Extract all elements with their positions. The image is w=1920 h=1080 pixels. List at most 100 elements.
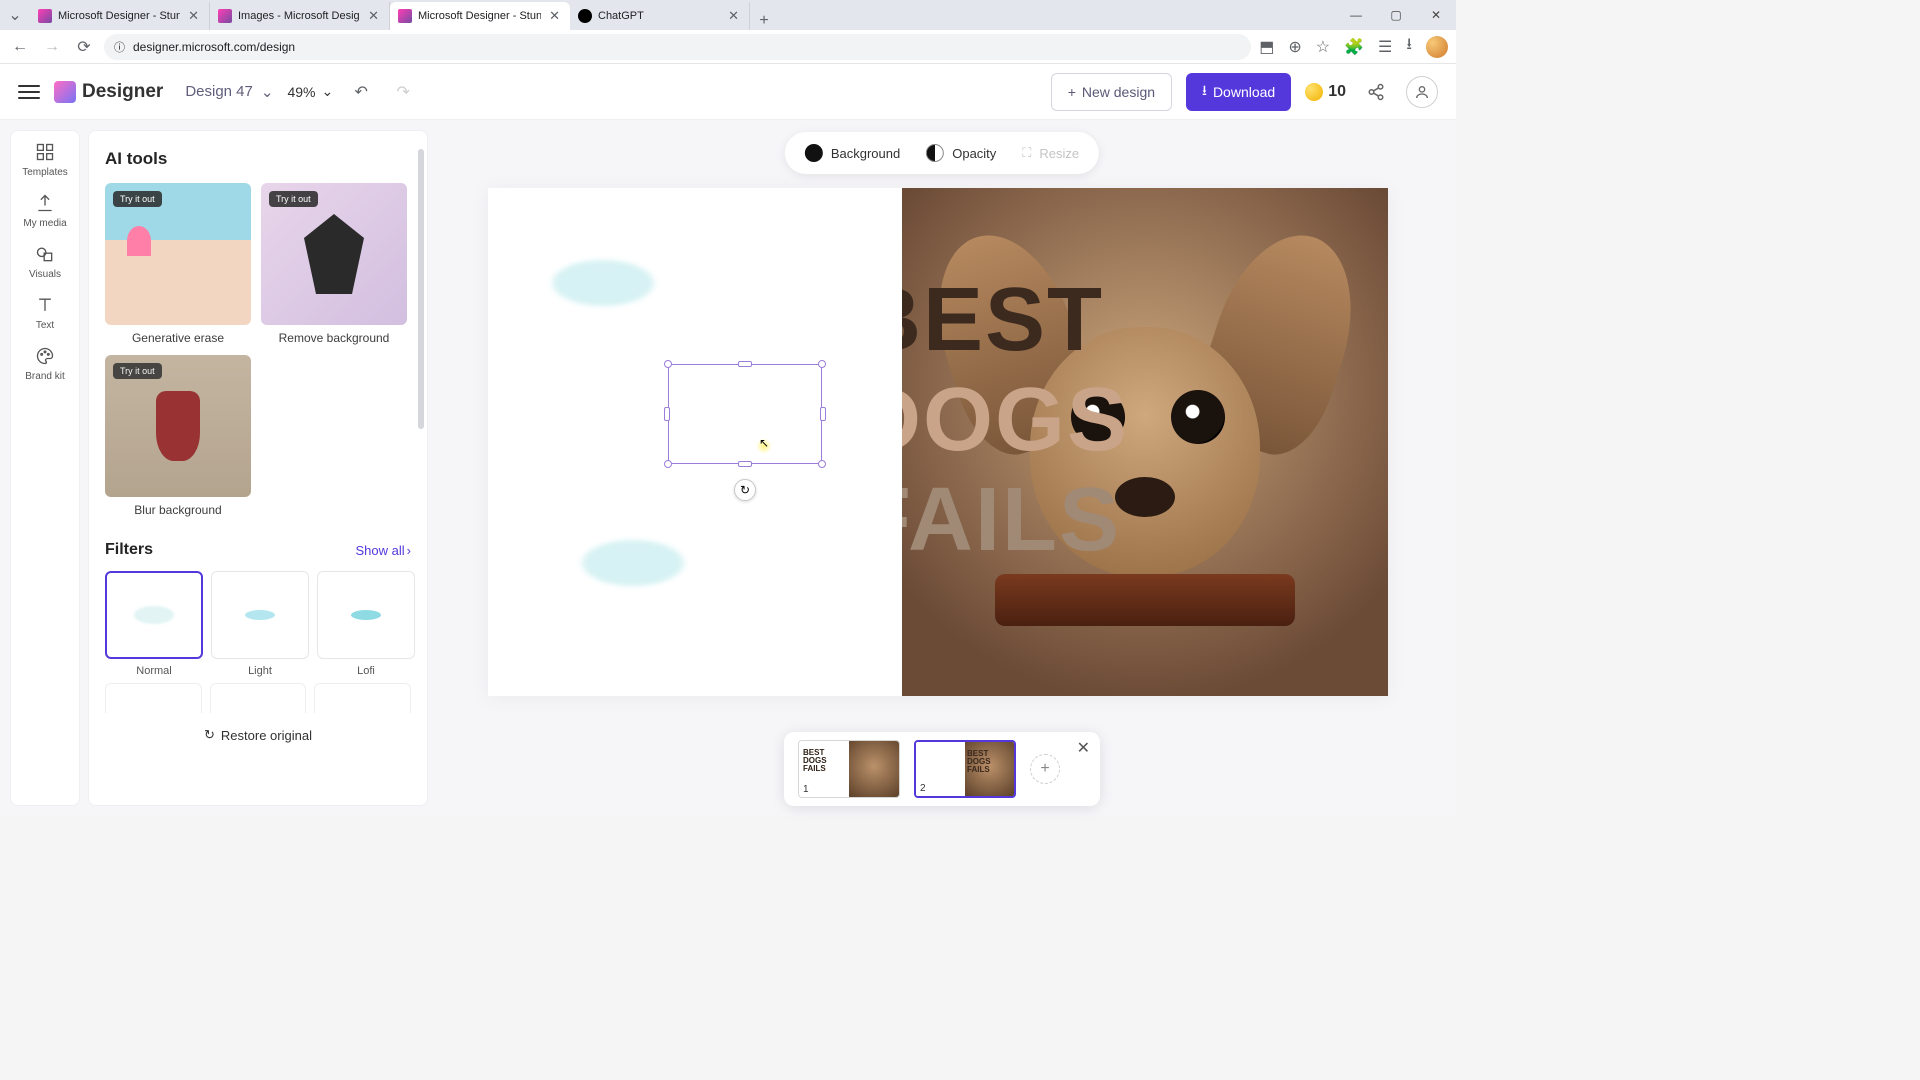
resize-handle-mr[interactable]	[820, 407, 826, 421]
new-design-button[interactable]: + New design	[1051, 73, 1172, 111]
text-dogs[interactable]: DOGS	[902, 378, 1129, 464]
filter-normal[interactable]: Normal	[105, 571, 203, 677]
page-number: 1	[803, 784, 809, 795]
download-label: Download	[1213, 84, 1275, 100]
filters-row-2	[105, 683, 411, 713]
url-input[interactable]: ⓘ designer.microsoft.com/design	[104, 34, 1251, 60]
add-page-button[interactable]: +	[1030, 754, 1060, 784]
reload-button[interactable]: ⟳	[72, 35, 96, 59]
cloud-shape[interactable]	[548, 258, 658, 308]
opacity-label: Opacity	[952, 146, 996, 161]
account-button[interactable]	[1406, 76, 1438, 108]
download-icon: ⭳	[1202, 80, 1207, 104]
close-tray-button[interactable]: ✕	[1077, 738, 1090, 758]
filter-stub[interactable]	[210, 683, 307, 713]
resize-handle-tl[interactable]	[664, 360, 672, 368]
resize-handle-tr[interactable]	[818, 360, 826, 368]
dog-image[interactable]: BEST DOGS FAILS	[902, 188, 1388, 696]
background-button[interactable]: Background	[805, 144, 900, 162]
filter-light[interactable]: Light	[211, 571, 309, 677]
download-button[interactable]: ⭳ Download	[1186, 73, 1291, 111]
tab-search-dropdown[interactable]: ⌄	[0, 5, 30, 25]
context-toolbar: Background Opacity ⛶ Resize	[785, 132, 1099, 174]
page-thumb-2[interactable]: BESTDOGSFAILS 2	[914, 740, 1016, 798]
redo-button[interactable]: ↷	[389, 78, 417, 106]
close-icon[interactable]: ✕	[186, 8, 201, 24]
page-tray: BESTDOGSFAILS 1 BESTDOGSFAILS 2 + ✕	[784, 732, 1100, 806]
logo-icon	[54, 81, 76, 103]
cloud-shape[interactable]	[578, 538, 688, 588]
forward-button[interactable]: →	[40, 35, 64, 59]
filter-lofi[interactable]: Lofi	[317, 571, 415, 677]
artboard[interactable]: BEST DOGS FAILS ↻ ↖	[488, 188, 1388, 696]
back-button[interactable]: ←	[8, 35, 32, 59]
text-best[interactable]: BEST	[902, 278, 1104, 364]
close-window-button[interactable]: ✕	[1416, 0, 1456, 30]
resize-handle-mb[interactable]	[738, 461, 752, 467]
design-name-text: Design 47	[185, 83, 253, 100]
resize-handle-mt[interactable]	[738, 361, 752, 367]
rail-text[interactable]: Text	[15, 294, 75, 331]
rail-templates[interactable]: Templates	[15, 141, 75, 178]
tool-label: Blur background	[105, 503, 251, 517]
restore-icon: ↻	[204, 727, 215, 743]
close-icon[interactable]: ✕	[547, 8, 562, 24]
tool-blur-background[interactable]: Try it out Blur background	[105, 355, 251, 517]
tool-thumb: Try it out	[261, 183, 407, 325]
zoom-icon[interactable]: ⊕	[1288, 37, 1301, 57]
zoom-value: 49%	[287, 84, 315, 100]
zoom-dropdown[interactable]: 49% ⌄	[287, 83, 333, 100]
undo-button[interactable]: ↶	[347, 78, 375, 106]
tab-title: Microsoft Designer - Stunning	[58, 10, 180, 22]
credits-indicator[interactable]: 10	[1305, 83, 1346, 101]
maximize-button[interactable]: ▢	[1376, 0, 1416, 30]
tool-thumb: Try it out	[105, 355, 251, 497]
design-name-dropdown[interactable]: Design 47 ⌄	[185, 83, 273, 101]
address-bar: ← → ⟳ ⓘ designer.microsoft.com/design ⬒ …	[0, 30, 1456, 64]
resize-button[interactable]: ⛶ Resize	[1022, 145, 1079, 161]
share-button[interactable]	[1360, 76, 1392, 108]
tool-generative-erase[interactable]: Try it out Generative erase	[105, 183, 251, 345]
palette-icon	[34, 345, 56, 367]
tool-remove-background[interactable]: Try it out Remove background	[261, 183, 407, 345]
resize-handle-bl[interactable]	[664, 460, 672, 468]
rotate-handle[interactable]: ↻	[734, 479, 756, 501]
tab-1[interactable]: Images - Microsoft Designer ✕	[210, 2, 390, 30]
reading-list-icon[interactable]: ☰	[1378, 37, 1392, 57]
rail-my-media[interactable]: My media	[15, 192, 75, 229]
page-number: 2	[920, 783, 926, 794]
coin-icon	[1305, 83, 1323, 101]
show-all-link[interactable]: Show all ›	[356, 543, 411, 558]
text-fails[interactable]: FAILS	[902, 478, 1121, 564]
opacity-button[interactable]: Opacity	[926, 144, 996, 162]
rail-visuals[interactable]: Visuals	[15, 243, 75, 280]
tab-3[interactable]: ChatGPT ✕	[570, 2, 750, 30]
app-logo[interactable]: Designer	[54, 81, 163, 103]
rail-brand-kit[interactable]: Brand kit	[15, 345, 75, 382]
show-all-text: Show all	[356, 543, 405, 558]
site-info-icon[interactable]: ⓘ	[114, 39, 125, 55]
scrollbar[interactable]	[418, 149, 424, 429]
extensions-icon[interactable]: 🧩	[1344, 37, 1364, 57]
browser-titlebar: ⌄ Microsoft Designer - Stunning ✕ Images…	[0, 0, 1456, 30]
tab-0[interactable]: Microsoft Designer - Stunning ✕	[30, 2, 210, 30]
bookmark-icon[interactable]: ☆	[1316, 37, 1330, 57]
filter-stub[interactable]	[314, 683, 411, 713]
selection-box[interactable]: ↻	[668, 364, 822, 464]
downloads-icon[interactable]: ⭳	[1406, 33, 1412, 60]
install-app-icon[interactable]: ⬒	[1259, 37, 1274, 57]
filter-stub[interactable]	[105, 683, 202, 713]
close-icon[interactable]: ✕	[366, 8, 381, 24]
minimize-button[interactable]: ―	[1336, 0, 1376, 30]
restore-original-button[interactable]: ↻ Restore original	[105, 727, 411, 743]
shapes-icon	[34, 243, 56, 265]
menu-button[interactable]	[18, 85, 40, 99]
tab-2[interactable]: Microsoft Designer - Stunning ✕	[390, 2, 570, 30]
new-tab-button[interactable]: +	[750, 12, 778, 30]
close-icon[interactable]: ✕	[726, 8, 741, 24]
page-thumb-1[interactable]: BESTDOGSFAILS 1	[798, 740, 900, 798]
profile-avatar[interactable]	[1426, 36, 1448, 58]
rail-label: Text	[36, 320, 54, 331]
resize-handle-br[interactable]	[818, 460, 826, 468]
resize-handle-ml[interactable]	[664, 407, 670, 421]
